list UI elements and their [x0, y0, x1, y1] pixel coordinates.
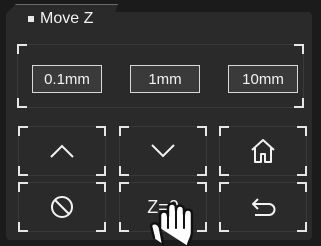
- move-up-button[interactable]: [18, 126, 106, 176]
- tab-bullet-icon: [28, 15, 34, 22]
- chevron-up-icon: [50, 144, 74, 158]
- page-title: Move Z: [40, 9, 94, 27]
- chevron-down-icon: [151, 144, 175, 158]
- move-down-button[interactable]: [119, 126, 207, 176]
- return-arrow-icon: [252, 198, 276, 216]
- step-label: 10mm: [242, 70, 284, 88]
- back-button[interactable]: [219, 182, 307, 232]
- step-0-1mm-button[interactable]: 0.1mm: [32, 65, 102, 93]
- home-button[interactable]: [219, 126, 307, 176]
- prohibit-icon: [51, 196, 73, 218]
- home-icon: [251, 139, 275, 163]
- step-1mm-button[interactable]: 1mm: [130, 65, 200, 93]
- stop-button[interactable]: [18, 182, 106, 232]
- panel-tab: Move Z: [6, 4, 118, 32]
- step-label: 1mm: [148, 70, 182, 88]
- pointer-hand-icon: [149, 202, 194, 246]
- step-size-group: 0.1mm 1mm 10mm: [17, 44, 304, 108]
- step-10mm-button[interactable]: 10mm: [228, 65, 298, 93]
- step-label: 0.1mm: [44, 70, 90, 88]
